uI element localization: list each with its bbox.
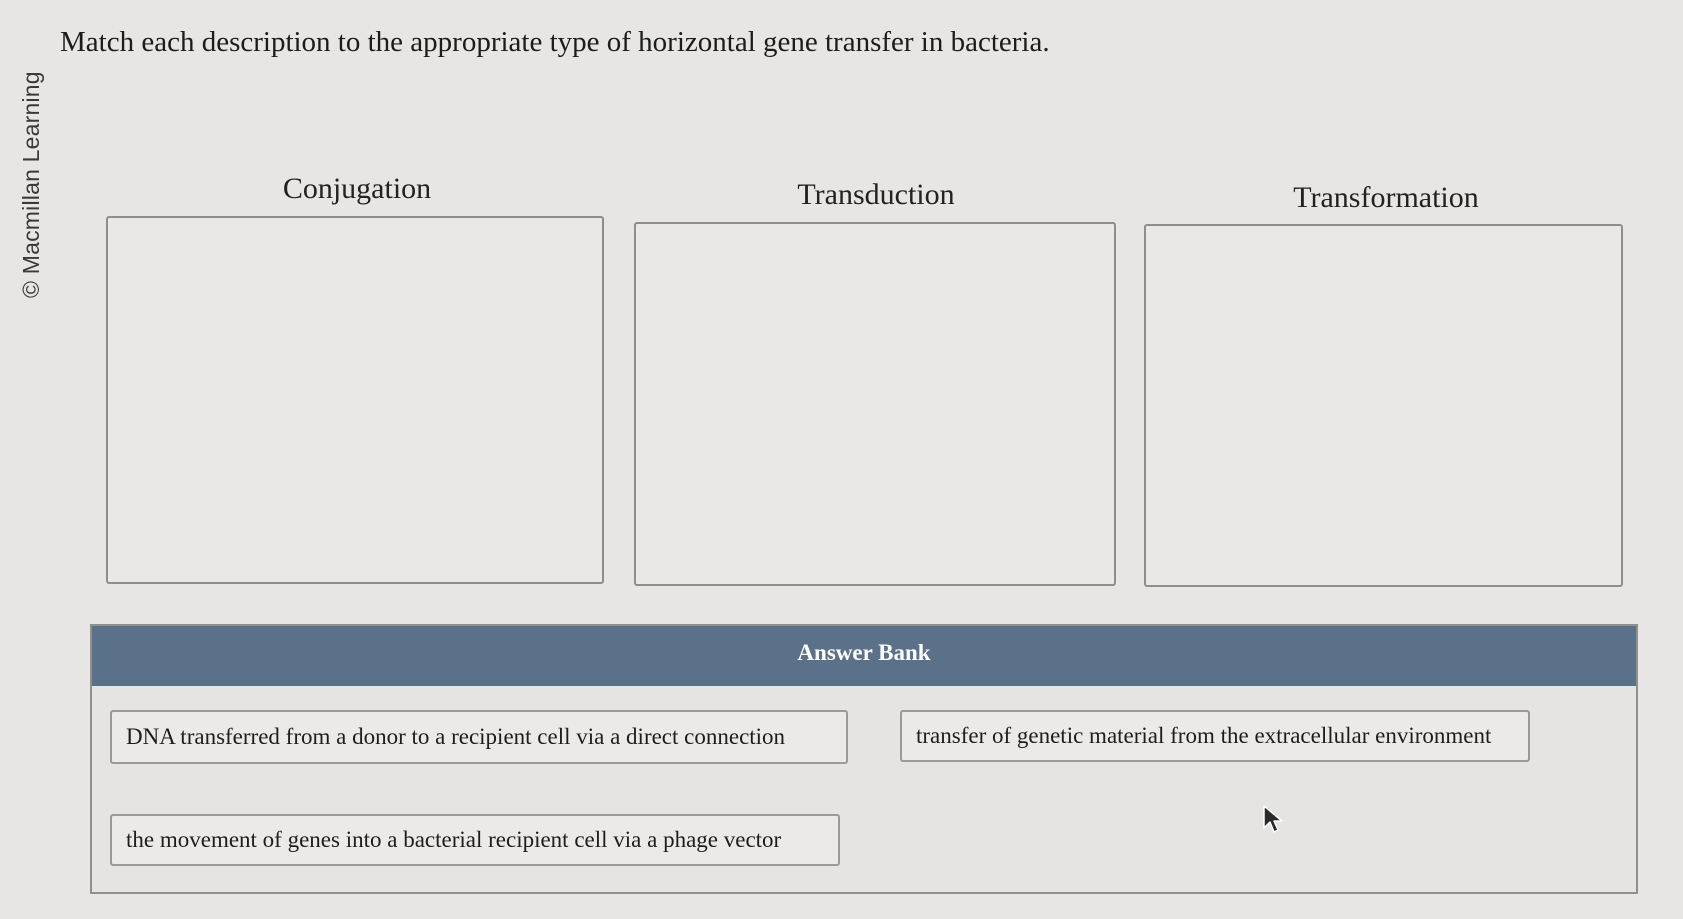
target-title-transduction: Transduction (797, 178, 955, 211)
mouse-pointer-icon (1263, 805, 1283, 833)
copyright-notice: © Macmillan Learning (16, 40, 56, 300)
question-prompt: Match each description to the appropriat… (60, 26, 1050, 58)
target-title-conjugation: Conjugation (282, 172, 432, 205)
answer-chip-direct-connection[interactable]: DNA transferred from a donor to a recipi… (110, 710, 848, 764)
dropzone-conjugation[interactable] (106, 216, 604, 584)
answer-bank-header: Answer Bank (92, 626, 1636, 686)
target-title-transformation: Transformation (1293, 181, 1479, 214)
dropzone-transduction[interactable] (634, 222, 1116, 586)
answer-bank-title: Answer Bank (797, 640, 931, 665)
dropzone-transformation[interactable] (1144, 224, 1623, 587)
answer-bank: Answer Bank DNA transferred from a donor… (90, 624, 1638, 894)
answer-chip-phage-vector[interactable]: the movement of genes into a bacterial r… (110, 814, 840, 866)
copyright-text: © Macmillan Learning (18, 71, 44, 298)
answer-chip-extracellular-environment[interactable]: transfer of genetic material from the ex… (900, 710, 1530, 762)
